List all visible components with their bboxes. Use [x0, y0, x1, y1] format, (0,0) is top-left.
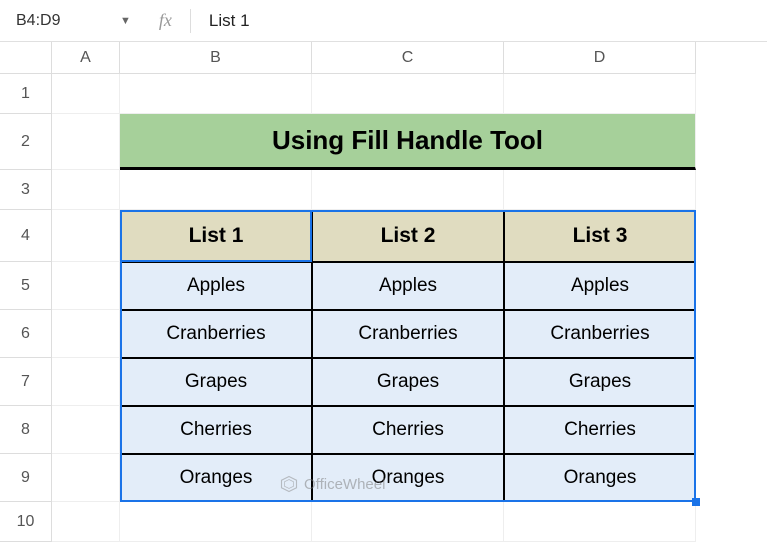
cell-C6[interactable]: Cranberries — [312, 310, 504, 358]
formula-input[interactable]: List 1 — [209, 11, 250, 31]
cell-A5[interactable] — [52, 262, 120, 310]
cell-B6[interactable]: Cranberries — [120, 310, 312, 358]
cell-B8[interactable]: Cherries — [120, 406, 312, 454]
cell-B10[interactable] — [120, 502, 312, 542]
title-cell[interactable]: Using Fill Handle Tool — [120, 114, 696, 170]
name-box[interactable]: B4:D9 — [10, 12, 120, 30]
row-header-6[interactable]: 6 — [0, 310, 52, 358]
cell-C8[interactable]: Cherries — [312, 406, 504, 454]
cell-A4[interactable] — [52, 210, 120, 262]
cell-A7[interactable] — [52, 358, 120, 406]
cell-A8[interactable] — [52, 406, 120, 454]
cell-B7[interactable]: Grapes — [120, 358, 312, 406]
cell-D7[interactable]: Grapes — [504, 358, 696, 406]
cell-A1[interactable] — [52, 74, 120, 114]
cell-D3[interactable] — [504, 170, 696, 210]
cell-D6[interactable]: Cranberries — [504, 310, 696, 358]
cell-D5[interactable]: Apples — [504, 262, 696, 310]
separator — [190, 9, 191, 33]
cell-C1[interactable] — [312, 74, 504, 114]
cell-D10[interactable] — [504, 502, 696, 542]
row-header-9[interactable]: 9 — [0, 454, 52, 502]
row-header-5[interactable]: 5 — [0, 262, 52, 310]
formula-bar: B4:D9 ▼ fx List 1 — [0, 0, 767, 42]
row-header-4[interactable]: 4 — [0, 210, 52, 262]
cell-B4[interactable]: List 1 — [120, 210, 312, 262]
cell-C10[interactable] — [312, 502, 504, 542]
cell-B1[interactable] — [120, 74, 312, 114]
cell-B9[interactable]: Oranges — [120, 454, 312, 502]
row-header-10[interactable]: 10 — [0, 502, 52, 542]
row-header-7[interactable]: 7 — [0, 358, 52, 406]
col-header-D[interactable]: D — [504, 42, 696, 74]
cell-D1[interactable] — [504, 74, 696, 114]
fill-handle[interactable] — [692, 498, 700, 506]
row-header-1[interactable]: 1 — [0, 74, 52, 114]
cell-A9[interactable] — [52, 454, 120, 502]
row-header-8[interactable]: 8 — [0, 406, 52, 454]
cell-D8[interactable]: Cherries — [504, 406, 696, 454]
col-header-C[interactable]: C — [312, 42, 504, 74]
col-header-A[interactable]: A — [52, 42, 120, 74]
cell-D9[interactable]: Oranges — [504, 454, 696, 502]
column-headers: A B C D — [52, 42, 767, 74]
cell-B3[interactable] — [120, 170, 312, 210]
row-headers: 1 2 3 4 5 6 7 8 9 10 — [0, 74, 52, 542]
spreadsheet: 1 2 3 4 5 6 7 8 9 10 A B C D Usin — [0, 42, 767, 555]
row-header-2[interactable]: 2 — [0, 114, 52, 170]
cell-A6[interactable] — [52, 310, 120, 358]
cell-C9[interactable]: Oranges — [312, 454, 504, 502]
chevron-down-icon[interactable]: ▼ — [120, 15, 131, 27]
row-header-3[interactable]: 3 — [0, 170, 52, 210]
cell-C3[interactable] — [312, 170, 504, 210]
select-all-corner[interactable] — [0, 42, 52, 74]
grid[interactable]: A B C D Using Fill Handle Tool List 1 — [52, 42, 767, 555]
col-header-B[interactable]: B — [120, 42, 312, 74]
cell-A3[interactable] — [52, 170, 120, 210]
cell-C5[interactable]: Apples — [312, 262, 504, 310]
fx-label: fx — [159, 10, 172, 31]
cell-A2[interactable] — [52, 114, 120, 170]
cell-B5[interactable]: Apples — [120, 262, 312, 310]
cell-C7[interactable]: Grapes — [312, 358, 504, 406]
cell-D4[interactable]: List 3 — [504, 210, 696, 262]
cell-C4[interactable]: List 2 — [312, 210, 504, 262]
cell-A10[interactable] — [52, 502, 120, 542]
